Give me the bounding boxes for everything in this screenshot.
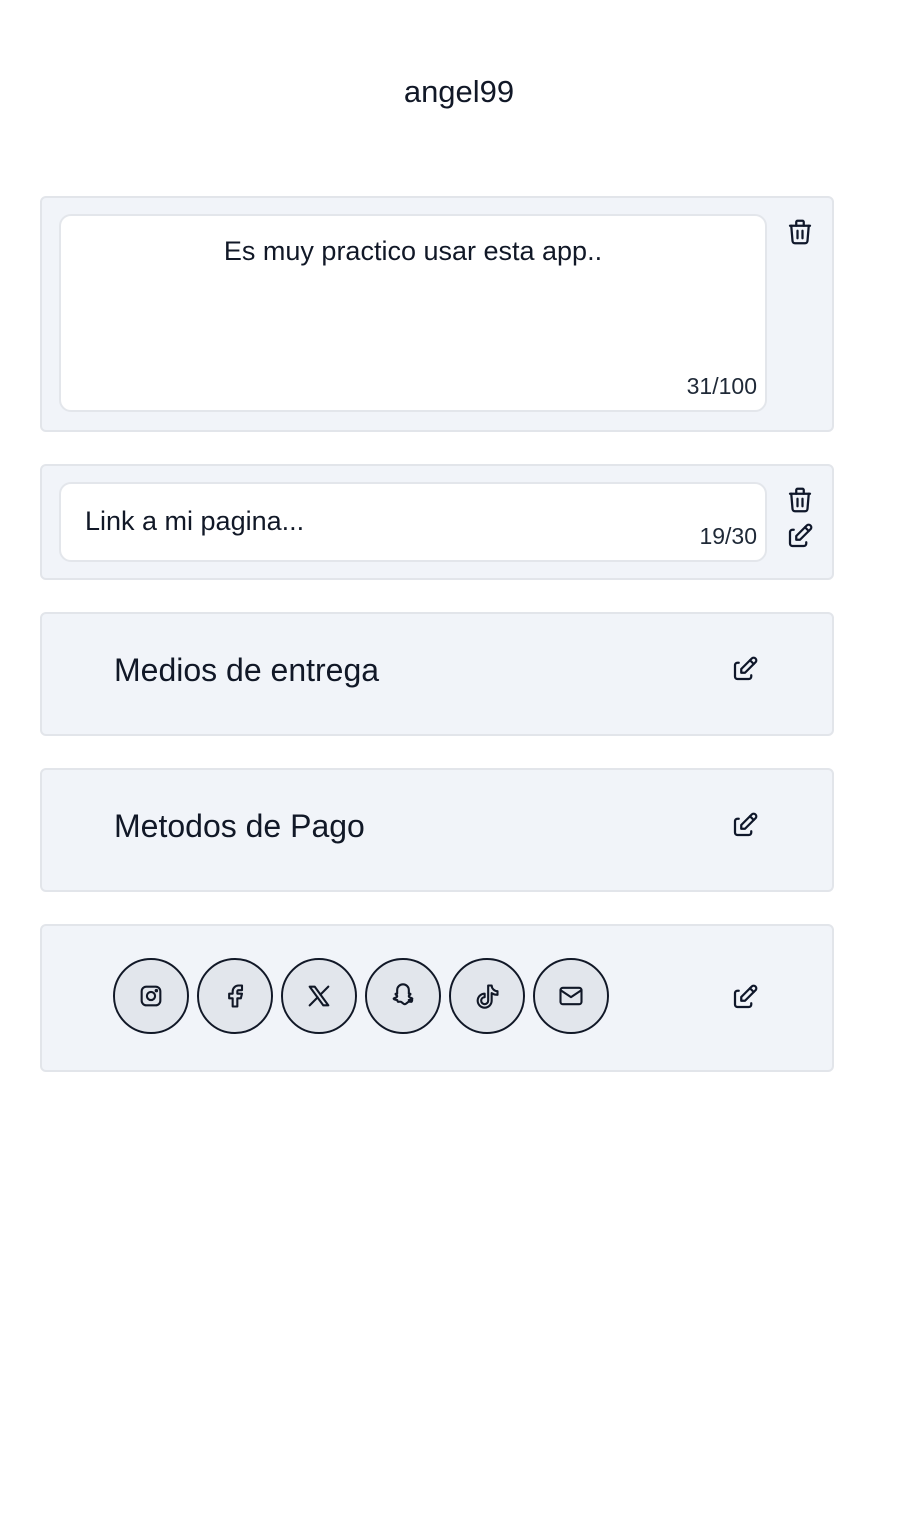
trash-icon [788,219,812,245]
edit-icon [733,812,758,837]
instagram-icon [140,985,162,1007]
tiktok-icon [476,984,499,1009]
snapchat-icon [392,983,414,1006]
snapchat-button[interactable] [365,958,441,1034]
payment-methods-card: Metodos de Pago [40,768,834,892]
x-button[interactable] [281,958,357,1034]
edit-delivery-methods-button[interactable] [728,652,762,686]
bio-card: Es muy practico usar esta app.. 31/100 [40,196,834,432]
bio-text: Es muy practico usar esta app.. [223,236,603,266]
delete-bio-button[interactable] [783,215,817,249]
edit-icon [788,523,813,548]
page-title: angel99 [403,74,515,109]
edit-link-button[interactable] [783,519,817,553]
trash-icon [788,487,812,513]
delivery-methods-card: Medios de entrega [40,612,834,736]
edit-icon [733,656,758,681]
edit-social-links-button[interactable] [728,980,762,1014]
instagram-button[interactable] [113,958,189,1034]
link-char-counter: 19/30 [699,523,757,549]
payment-methods-label: Metodos de Pago [114,808,365,844]
facebook-icon [228,984,244,1008]
delivery-methods-label: Medios de entrega [114,652,380,688]
link-text: Link a mi pagina... [85,506,305,536]
mail-icon [559,986,583,1006]
email-button[interactable] [533,958,609,1034]
link-input[interactable]: Link a mi pagina... 19/30 [59,482,767,562]
edit-icon [733,984,758,1009]
social-icons-row [113,958,609,1034]
link-card: Link a mi pagina... 19/30 [40,464,834,580]
facebook-button[interactable] [197,958,273,1034]
x-icon [308,985,330,1007]
tiktok-button[interactable] [449,958,525,1034]
bio-char-counter: 31/100 [686,373,757,399]
delete-link-button[interactable] [783,483,817,517]
social-links-card [40,924,834,1072]
edit-payment-methods-button[interactable] [728,808,762,842]
bio-textarea[interactable]: Es muy practico usar esta app.. 31/100 [59,214,767,412]
